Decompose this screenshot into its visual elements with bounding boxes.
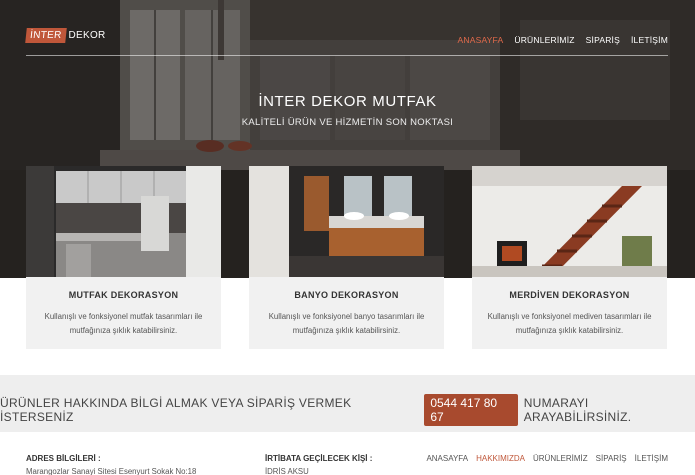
cta-text-before: ÜRÜNLER HAKKINDA BİLGİ ALMAK VEYA SİPARİ… — [0, 396, 352, 424]
card-title: MERDİVEN DEKORASYON — [509, 290, 630, 300]
nav-item-anasayfa[interactable]: ANASAYFA — [458, 35, 504, 45]
footer-nav-iletisim[interactable]: İLETİŞİM — [635, 454, 668, 463]
card-image-banyo — [249, 166, 444, 277]
cta-text-after: NUMARAYI ARAYABİLİRSİNİZ. — [523, 396, 632, 424]
nav-divider — [26, 55, 668, 56]
contact-name: İDRİS AKSU — [265, 467, 309, 475]
card-image-merdiven — [472, 166, 667, 277]
contact-heading: İRTİBATA GEÇİLECEK KİŞİ : — [265, 454, 373, 463]
main-nav: ANASAYFA ÜRÜNLERİMİZ SİPARİŞ İLETİŞİM — [458, 35, 669, 45]
card-title: MUTFAK DEKORASYON — [68, 290, 179, 300]
card-description: Kullanışlı ve fonksiyonel mediven tasarı… — [484, 310, 655, 338]
card-banyo[interactable]: BANYO DEKORASYON Kullanışlı ve fonksiyon… — [249, 166, 444, 349]
card-merdiven[interactable]: MERDİVEN DEKORASYON Kullanışlı ve fonksi… — [472, 166, 667, 349]
card-desc-line: mutfağınıza şıklık katabilirsiniz. — [292, 326, 401, 335]
card-desc-line: Kullanışlı ve fonksiyonel mutfak tasarım… — [44, 312, 203, 321]
card-image-mutfak — [26, 166, 221, 277]
card-description: Kullanışlı ve fonksiyonel banyo tasarıml… — [261, 310, 432, 338]
nav-item-iletisim[interactable]: İLETİŞİM — [631, 35, 668, 45]
logo-text: DEKOR — [68, 30, 106, 41]
card-description: Kullanışlı ve fonksiyonel mutfak tasarım… — [38, 310, 209, 338]
card-title: BANYO DEKORASYON — [294, 290, 399, 300]
card-desc-line: Kullanışlı ve fonksiyonel mediven tasarı… — [487, 312, 652, 321]
footer-nav-hakkimizda[interactable]: HAKKIMIZDA — [476, 454, 525, 463]
hero-subtitle: KALİTELİ ÜRÜN VE HİZMETİN SON NOKTASI — [241, 117, 454, 128]
card-mutfak[interactable]: MUTFAK DEKORASYON Kullanışlı ve fonksiyo… — [26, 166, 221, 349]
address-heading: ADRES BİLGİLERİ : — [26, 454, 101, 463]
card-desc-line: Kullanışlı ve fonksiyonel banyo tasarıml… — [268, 312, 425, 321]
footer-nav: ANASAYFA HAKKIMIZDA ÜRÜNLERİMİZ SİPARİŞ … — [426, 454, 668, 463]
call-to-action-band: ÜRÜNLER HAKKINDA BİLGİ ALMAK VEYA SİPARİ… — [0, 375, 695, 432]
nav-item-siparis[interactable]: SİPARİŞ — [586, 35, 620, 45]
footer-nav-urunlerimiz[interactable]: ÜRÜNLERİMİZ — [533, 454, 588, 463]
card-desc-line: mutfağınıza şıklık katabilirsiniz. — [515, 326, 624, 335]
hero-title: İNTER DEKOR MUTFAK — [258, 93, 437, 110]
logo[interactable]: İNTER DEKOR — [25, 27, 106, 44]
card-desc-line: mutfağınıza şıklık katabilirsiniz. — [69, 326, 178, 335]
footer-nav-anasayfa[interactable]: ANASAYFA — [426, 454, 468, 463]
footer: ADRES BİLGİLERİ : Marangozlar Sanayi Sit… — [0, 432, 695, 475]
footer-nav-siparis[interactable]: SİPARİŞ — [596, 454, 627, 463]
address-text: Marangozlar Sanayi Sitesi Esenyurt Sokak… — [26, 467, 197, 475]
nav-item-urunlerimiz[interactable]: ÜRÜNLERİMİZ — [514, 35, 574, 45]
phone-number-badge[interactable]: 0544 417 80 67 — [424, 394, 518, 426]
logo-badge: İNTER — [25, 28, 67, 43]
